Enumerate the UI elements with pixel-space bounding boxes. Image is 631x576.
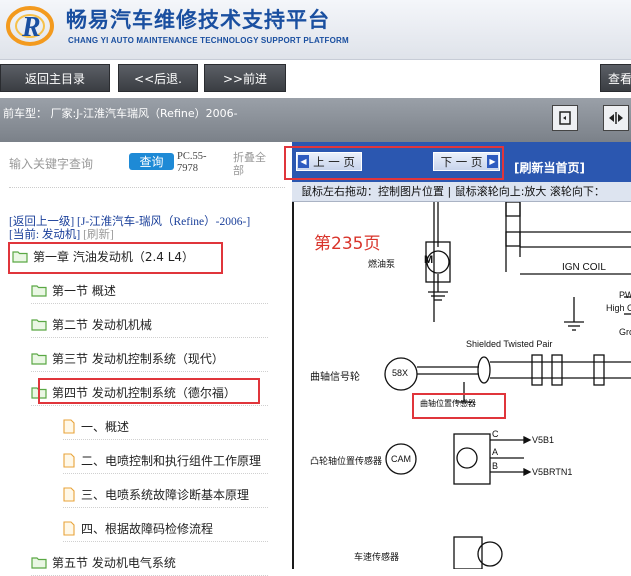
nav-bar: 返回主目录 <<后退. >>前进 查看: [0, 60, 631, 98]
label-cam-sensor: 凸轮轴位置传感器: [310, 456, 383, 466]
highlight-box: [8, 242, 223, 274]
tree-item-label: 三、电喷系统故障诊断基本原理: [81, 487, 250, 502]
label-shielded-pair: Shielded Twisted Pair: [466, 339, 553, 349]
label-crank-wheel: 曲轴信号轮: [310, 372, 360, 383]
tree-item-label: 一、概述: [81, 419, 130, 434]
highlight-box: [284, 146, 504, 180]
divider: [9, 187, 285, 188]
current-model-text: 前车型： 厂家:J-江淮汽车瑞风（Refine）2006-: [3, 107, 238, 120]
tree-item[interactable]: 第一节 概述: [31, 279, 116, 301]
label-pin-a: A: [492, 447, 499, 457]
divider: [63, 439, 268, 440]
tree-item[interactable]: 第五节 发动机电气系统: [31, 551, 176, 573]
breadcrumb-current: [当前: 发动机] [刷新]: [9, 226, 114, 242]
divider: [31, 371, 268, 372]
label-ground: Grou: [619, 327, 631, 337]
document-icon: [63, 520, 75, 536]
tree-item[interactable]: 第二节 发动机机械: [31, 313, 152, 335]
app-header: R 畅易汽车维修技术支持平台 CHANG YI AUTO MAINTENANCE…: [0, 0, 631, 60]
tree-item[interactable]: 三、电喷系统故障诊断基本原理: [63, 483, 249, 505]
svg-text:R: R: [21, 12, 41, 43]
folder-icon: [31, 556, 47, 569]
tree-item-label: 二、电喷控制和执行组件工作原理: [81, 453, 262, 468]
wiring-diagram[interactable]: 第235页 燃油泵 M IGN COIL PW High C Gr Shield…: [292, 202, 631, 569]
label-motor: M: [424, 254, 434, 266]
divider: [31, 337, 268, 338]
collapse-all-link[interactable]: 折叠全 部: [233, 151, 266, 177]
tree-item[interactable]: 二、电喷控制和执行组件工作原理: [63, 449, 261, 471]
tree-item-label: 第一节 概述: [52, 283, 116, 298]
label-v5brtn1: V5BRTN1: [532, 467, 573, 477]
tree-item-label: 第二节 发动机机械: [52, 317, 152, 332]
catalog-panel: 输入关键字查询 查询 PC.55- 7978 折叠全 部 [返回上一级] [J-…: [0, 142, 292, 576]
label-v5b1: V5B1: [532, 435, 555, 445]
document-viewer: ◀ 上 一 页 下 一 页 ▶ [刷新当首页] 鼠标左右拖动：控制图片位置 | …: [284, 142, 631, 569]
collapse-line2: 部: [233, 164, 244, 177]
label-cam: CAM: [391, 454, 411, 464]
app-subtitle: CHANG YI AUTO MAINTENANCE TECHNOLOGY SUP…: [68, 36, 349, 45]
mouse-hint: 鼠标左右拖动：控制图片位置 | 鼠标滚轮向上:放大 滚轮向下：: [292, 182, 631, 202]
pc-code: PC.55- 7978: [177, 151, 206, 175]
tree-item-label: 第三节 发动机控制系统（现代）: [52, 351, 224, 366]
divider: [63, 507, 268, 508]
label-high-c: High C: [606, 303, 631, 313]
folder-icon: [31, 352, 47, 365]
label-speed-sensor: 车速传感器: [354, 552, 400, 562]
document-icon: [63, 418, 75, 434]
highlight-box: [38, 378, 260, 404]
view-button[interactable]: 查看: [600, 64, 631, 92]
label-pin-b: B: [492, 461, 499, 471]
label-pin-c: C: [492, 429, 499, 439]
model-bar: 前车型： 厂家:J-江淮汽车瑞风（Refine）2006-: [0, 98, 631, 142]
collapse-line1: 折叠全: [233, 151, 266, 164]
label-fuel-pump: 燃油泵: [368, 259, 396, 269]
label-58x: 58X: [392, 368, 409, 378]
folder-icon: [31, 284, 47, 297]
search-button[interactable]: 查询: [129, 153, 174, 170]
refresh-link[interactable]: [刷新]: [83, 229, 114, 241]
logo-icon: R: [6, 6, 54, 46]
divider: [31, 405, 268, 406]
tree-item-label: 第五节 发动机电气系统: [52, 555, 176, 570]
document-icon: [63, 486, 75, 502]
label-ign-coil: IGN COIL: [562, 262, 606, 273]
pc-code-line1: PC.55-: [177, 151, 207, 162]
app-title: 畅易汽车维修技术支持平台: [66, 8, 330, 32]
tree-item[interactable]: 四、根据故障码检修流程: [63, 517, 213, 539]
expand-icon[interactable]: [603, 105, 629, 131]
divider: [63, 541, 268, 542]
diagram-lines: [384, 202, 631, 569]
fit-width-icon[interactable]: [552, 105, 578, 131]
pc-code-line2: 7978: [177, 163, 198, 174]
refresh-first-page-link[interactable]: [刷新当首页]: [514, 159, 585, 176]
highlight-box: [412, 393, 506, 419]
current-node: [当前: 发动机]: [9, 229, 81, 241]
divider: [31, 303, 268, 304]
tree-item-label: 四、根据故障码检修流程: [81, 521, 214, 536]
tree-item[interactable]: 一、概述: [63, 415, 129, 437]
divider: [63, 473, 268, 474]
tree-item[interactable]: 第三节 发动机控制系统（现代）: [31, 347, 224, 369]
document-icon: [63, 452, 75, 468]
forward-button[interactable]: >>前进: [204, 64, 286, 92]
label-pwr: PWR: [619, 290, 631, 300]
back-button[interactable]: <<后退.: [118, 64, 198, 92]
search-input[interactable]: 输入关键字查询: [9, 155, 93, 172]
folder-icon: [31, 318, 47, 331]
home-button[interactable]: 返回主目录: [0, 64, 110, 92]
